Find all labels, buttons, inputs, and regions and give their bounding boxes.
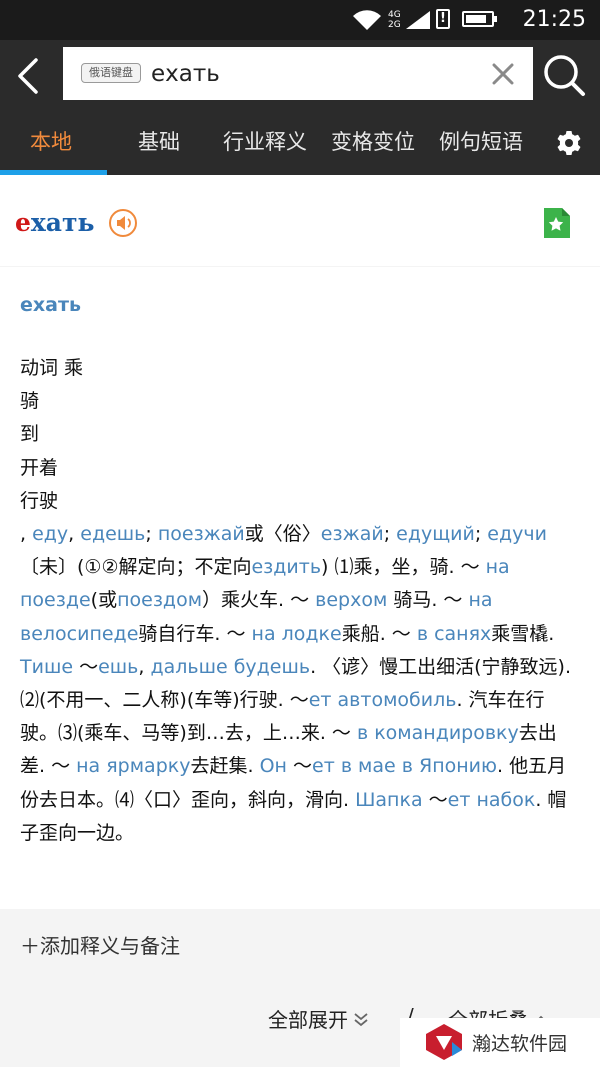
russian-term[interactable]: ет в мае в Японию <box>312 755 497 777</box>
chevron-double-down-icon <box>354 1013 368 1027</box>
russian-term[interactable]: едущий <box>396 523 475 545</box>
russian-term[interactable]: верхом <box>315 589 387 611</box>
definition-text: 去赶集. <box>190 755 260 778</box>
tab-basic[interactable]: 基础 <box>138 126 180 156</box>
russian-term[interactable]: Он <box>260 755 287 777</box>
definition-text: , <box>20 523 33 546</box>
search-box: 俄语键盘 <box>63 47 533 100</box>
tab-declension-conjugation[interactable]: 变格变位 <box>331 126 415 156</box>
status-bar: 4G 2G ! 21:25 <box>0 0 600 40</box>
search-input[interactable] <box>151 56 471 92</box>
russian-keyboard-badge[interactable]: 俄语键盘 <box>81 63 141 83</box>
russian-term[interactable]: ет автомобиль <box>309 689 457 711</box>
definition-text: 骑马. ～ <box>387 589 469 612</box>
definition-text: ～ <box>422 788 448 811</box>
sense-line: 骑 <box>20 390 40 413</box>
status-icons: 4G 2G ! <box>352 9 502 31</box>
back-arrow-icon[interactable] <box>10 56 50 96</box>
expand-all-label: 全部展开 <box>268 1008 348 1032</box>
sense-line: 到 <box>20 423 40 446</box>
russian-term[interactable]: езжай <box>321 523 384 545</box>
wifi-icon <box>353 10 381 31</box>
battery-level-fill <box>466 15 486 23</box>
definition-text: ～ <box>286 755 313 778</box>
watermark: 瀚达软件园 <box>400 1018 600 1067</box>
definition-body: 动词 乘 骑 到 开着 行驶 , еду, едешь; поезжай或〈俗〉… <box>20 352 580 850</box>
tab-industry-definitions[interactable]: 行业释义 <box>223 126 307 156</box>
russian-term[interactable]: дальше будешь <box>150 656 310 678</box>
definition-text: 〔未〕(①②解定向；不定向 <box>20 556 252 579</box>
signal-bars-icon <box>406 11 430 29</box>
expand-all-button[interactable]: 全部展开 <box>268 1004 370 1033</box>
russian-term[interactable]: Шапка <box>355 789 423 811</box>
russian-term[interactable]: ет набок <box>448 789 536 811</box>
russian-term[interactable]: на лодке <box>252 623 342 645</box>
definition-text: ～ <box>73 655 99 678</box>
definition-text: ; <box>474 523 488 546</box>
sense-line: 行驶 <box>20 489 59 512</box>
clear-icon[interactable] <box>489 60 517 88</box>
russian-term[interactable]: Тише <box>20 656 73 678</box>
definition-text: ）乘火车. ～ <box>202 589 316 612</box>
add-note-button[interactable]: ＋添加释义与备注 <box>20 930 180 959</box>
network-type-bottom: 2G <box>388 20 401 30</box>
definition-headword: ехать <box>20 294 81 316</box>
russian-term[interactable]: едучи <box>487 523 547 545</box>
russian-term[interactable]: на ярмарку <box>76 755 190 777</box>
russian-term[interactable]: поезжай <box>158 523 245 545</box>
network-type-top: 4G <box>388 10 401 20</box>
headword-title: ехать <box>15 208 94 237</box>
watermark-logo-icon <box>426 1024 462 1060</box>
definition-text: 骑自行车. ～ <box>138 622 252 645</box>
tab-example-phrases[interactable]: 例句短语 <box>439 126 523 156</box>
russian-term[interactable]: ешь <box>98 656 138 678</box>
definition-text: ; <box>383 523 397 546</box>
russian-term[interactable]: в командировку <box>357 722 519 744</box>
speaker-icon[interactable] <box>108 208 138 238</box>
russian-term[interactable]: поездом <box>117 589 202 611</box>
tab-bar: 本地 基础 行业释义 变格变位 例句短语 <box>0 114 600 175</box>
definition-text: ) ⑴乘，坐，骑. ～ <box>321 556 486 579</box>
definition-card: ехать 动词 乘 骑 到 开着 行驶 , еду, едешь; поезж… <box>0 267 600 909</box>
russian-term[interactable]: еду <box>32 523 68 545</box>
battery-icon <box>462 11 497 27</box>
alert-icon: ! <box>436 9 450 29</box>
sense-line: 动词 乘 <box>20 357 84 379</box>
gear-icon[interactable] <box>556 130 582 156</box>
russian-term[interactable]: ездить <box>251 556 321 578</box>
definition-text: , <box>138 655 151 678</box>
definition-text: ; <box>145 523 158 546</box>
add-to-wordbook-icon[interactable] <box>542 206 572 240</box>
definition-paragraph: , еду, едешь; поезжай或〈俗〉езжай; едущий; … <box>20 518 580 850</box>
definition-text: 或〈俗〉 <box>244 523 321 546</box>
headword-rest: хать <box>30 208 95 237</box>
russian-term[interactable]: едешь <box>80 523 145 545</box>
definition-text: , <box>68 523 81 546</box>
sense-line: 开着 <box>20 456 59 479</box>
status-time: 21:25 <box>522 7 586 32</box>
definition-text: 乘船. ～ <box>341 622 417 645</box>
tab-local[interactable]: 本地 <box>30 126 72 156</box>
cellular-icon: 4G 2G <box>388 10 401 30</box>
headword-section: ехать <box>0 175 600 266</box>
headword-first-letter: е <box>15 208 31 237</box>
definition-text: (或 <box>90 589 118 612</box>
app-bar: 俄语键盘 本地 基础 行业释义 变格变位 例句短语 <box>0 40 600 175</box>
russian-term[interactable]: в санях <box>417 623 491 645</box>
search-icon[interactable] <box>542 53 586 97</box>
definition-text: 乘雪橇. <box>491 622 555 645</box>
watermark-text: 瀚达软件园 <box>472 1033 568 1055</box>
